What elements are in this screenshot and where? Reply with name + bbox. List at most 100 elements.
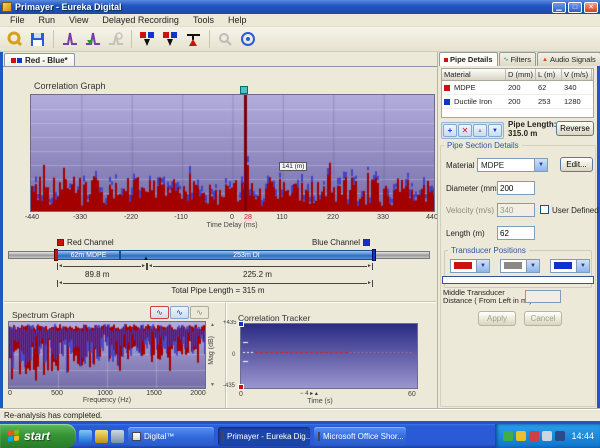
tray-update-icon[interactable]	[516, 431, 526, 441]
legend-blue-channel: Blue Channel	[312, 238, 370, 247]
table-toolbar: + ✕ ▲ ▼	[441, 122, 504, 139]
material-table[interactable]: Material D (mm) L (m) V (m/s) MDPE 200 6…	[441, 68, 594, 118]
start-button[interactable]: start	[0, 424, 76, 448]
leak-position-marker[interactable]: ▲	[143, 256, 149, 262]
minimize-button[interactable]: ▁	[552, 2, 566, 13]
menu-delayed-recording[interactable]: Delayed Recording	[95, 14, 186, 26]
tab-red-blue[interactable]: Red - Blue*	[4, 53, 75, 66]
tray-network-icon[interactable]	[555, 431, 565, 441]
quick-launch-mail-icon[interactable]	[95, 430, 108, 443]
tracker-canvas[interactable]	[241, 324, 417, 388]
left-transducer-combo[interactable]: ▼	[450, 259, 490, 273]
tab-filters[interactable]: ∿Filters	[499, 52, 536, 66]
table-row[interactable]: MDPE 200 62 340	[442, 81, 593, 95]
menu-view[interactable]: View	[62, 14, 95, 26]
filter-button[interactable]: ▼	[488, 124, 502, 137]
correlate-button[interactable]	[183, 29, 204, 49]
combo-dropdown-icon[interactable]: ▼	[476, 260, 489, 272]
peak-zoom-button[interactable]	[105, 29, 126, 49]
open-correlation-button[interactable]	[4, 29, 25, 49]
menu-tools[interactable]: Tools	[186, 14, 221, 26]
download-blue-button[interactable]	[160, 29, 181, 49]
correlation-plot[interactable]	[30, 94, 435, 212]
peak-button[interactable]	[59, 29, 80, 49]
edit-material-button[interactable]: Edit...	[560, 157, 593, 172]
middle-transducer-combo[interactable]: ▼	[500, 259, 540, 273]
tracker-controls[interactable]: − 4 ▸ ▴	[300, 390, 318, 397]
menu-file[interactable]: File	[3, 14, 32, 26]
toolbar-separator-3	[209, 30, 210, 48]
peak-select-button[interactable]	[82, 29, 103, 49]
taskbar-item-digital[interactable]: Digital™	[128, 427, 214, 446]
spec-xtick-2: 1000	[97, 390, 113, 397]
pipe-section-title: Pipe Section Details	[444, 141, 522, 150]
tray-volume-icon[interactable]	[542, 431, 552, 441]
combo-dropdown-icon[interactable]: ▼	[534, 159, 547, 171]
cancel-button[interactable]: Cancel	[524, 311, 562, 326]
move-up-button[interactable]: ▲	[473, 124, 487, 137]
tray-alert-icon[interactable]	[529, 431, 539, 441]
zoom-button[interactable]	[215, 29, 236, 49]
apply-button[interactable]: Apply	[478, 311, 516, 326]
material-combo[interactable]: MDPE ▼	[477, 158, 548, 172]
combo-dropdown-icon[interactable]: ▼	[576, 260, 589, 272]
material-label: Material	[446, 161, 474, 170]
maximize-button[interactable]: □	[568, 2, 582, 13]
right-transducer-combo[interactable]: ▼	[550, 259, 590, 273]
quick-launch-desktop-icon[interactable]	[111, 430, 124, 443]
reverse-button[interactable]: Reverse	[556, 121, 594, 136]
corr-xtick-1: -330	[73, 214, 87, 221]
move-up-icon: ▲	[477, 128, 483, 134]
tab-audio-signals[interactable]: ▲Audio Signals	[537, 52, 600, 66]
download-red-icon	[139, 31, 156, 48]
transducer-position-slider[interactable]	[442, 276, 594, 284]
user-defined-label: User Defined	[552, 206, 599, 215]
app-icon	[2, 2, 12, 12]
menu-help[interactable]: Help	[221, 14, 254, 26]
system-tray: 14:44	[495, 424, 600, 448]
table-row[interactable]: Ductile Iron 200 253 1280	[442, 95, 593, 109]
tracker-xaxis-label: Time (s)	[290, 398, 350, 405]
spectrum-plot[interactable]	[8, 321, 206, 389]
pipe-segment-di[interactable]: 253m DI	[120, 250, 373, 260]
delete-section-button[interactable]: ✕	[458, 124, 472, 137]
clock[interactable]: 14:44	[571, 431, 594, 441]
spectrum-canvas[interactable]	[9, 322, 205, 388]
menu-run[interactable]: Run	[32, 14, 63, 26]
spec-range-down-icon[interactable]: ▼	[210, 382, 215, 388]
help-button[interactable]	[238, 29, 259, 49]
close-button[interactable]: ✕	[584, 2, 598, 13]
taskbar-item-office[interactable]: Microsoft Office Shor...	[314, 427, 406, 446]
pipe-segment-mdpe[interactable]: 62m MDPE	[57, 250, 120, 260]
blue-wave-button[interactable]: ∿	[170, 306, 189, 319]
red-wave-button[interactable]: ∿	[150, 306, 169, 319]
distance-left-label: 89.8 m	[85, 270, 109, 279]
correlation-canvas[interactable]	[31, 95, 434, 211]
user-defined-checkbox[interactable]	[540, 205, 549, 214]
spec-range-up-icon[interactable]: ▲	[210, 322, 215, 328]
right-panel-tabs: Pipe Details ∿Filters ▲Audio Signals »	[439, 52, 600, 66]
combo-dropdown-icon[interactable]: ▼	[526, 260, 539, 272]
toolbar-separator-2	[131, 30, 132, 48]
gray-wave-button[interactable]: ∿	[190, 306, 209, 319]
diameter-field[interactable]	[497, 181, 535, 195]
add-section-button[interactable]: +	[443, 124, 457, 137]
length-field[interactable]	[497, 226, 535, 240]
taskbar-item-primayer[interactable]: Primayer - Eureka Dig...	[218, 427, 310, 446]
filters-icon: ∿	[504, 56, 509, 63]
window-border-left	[0, 14, 3, 424]
blue-channel-icon	[17, 58, 22, 63]
pipe-details-icon	[444, 58, 448, 62]
save-button[interactable]	[27, 29, 48, 49]
corr-peak-tick: 28	[244, 214, 252, 221]
download-red-button[interactable]	[137, 29, 158, 49]
tray-shield-icon[interactable]	[503, 431, 513, 441]
tab-pipe-details[interactable]: Pipe Details	[439, 52, 498, 66]
quick-launch-ie-icon[interactable]	[79, 430, 92, 443]
tracker-plot[interactable]	[240, 323, 418, 389]
peak-marker-flag[interactable]	[240, 86, 248, 94]
open-icon	[7, 31, 23, 47]
blue-transducer-marker[interactable]	[372, 249, 376, 261]
download-blue-icon	[162, 31, 179, 48]
toolbar-separator	[53, 30, 54, 48]
